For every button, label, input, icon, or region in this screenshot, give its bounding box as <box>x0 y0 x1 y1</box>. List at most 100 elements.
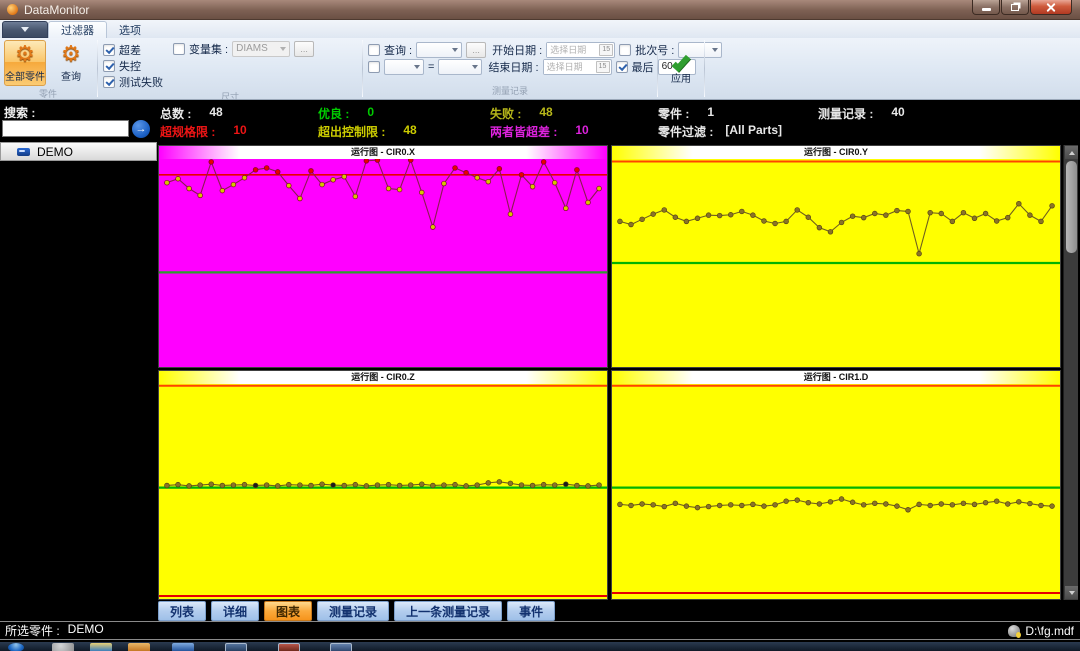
data-point[interactable] <box>353 482 358 487</box>
data-point[interactable] <box>419 190 424 195</box>
data-point[interactable] <box>519 483 524 488</box>
data-point[interactable] <box>331 483 336 488</box>
data-point[interactable] <box>575 167 580 172</box>
data-point[interactable] <box>795 208 800 213</box>
data-point[interactable] <box>762 504 767 509</box>
data-point[interactable] <box>651 212 656 217</box>
chart-cir1d[interactable]: 运行图 - CIR1.D <box>611 370 1061 600</box>
data-point[interactable] <box>961 210 966 215</box>
data-point[interactable] <box>629 503 634 508</box>
end-date-input[interactable]: 15 <box>543 59 612 75</box>
taskbar-icon[interactable] <box>172 643 194 651</box>
search-input[interactable] <box>2 120 129 137</box>
data-point[interactable] <box>176 482 181 487</box>
variable-set-more-button[interactable]: ... <box>294 41 314 57</box>
data-point[interactable] <box>728 212 733 217</box>
data-point[interactable] <box>586 200 591 205</box>
data-point[interactable] <box>773 221 778 226</box>
data-point[interactable] <box>618 502 623 507</box>
data-point[interactable] <box>286 183 291 188</box>
data-point[interactable] <box>475 175 480 180</box>
data-point[interactable] <box>552 180 557 185</box>
data-point[interactable] <box>408 159 413 162</box>
data-point[interactable] <box>883 213 888 218</box>
data-point[interactable] <box>286 482 291 487</box>
data-point[interactable] <box>629 222 634 227</box>
checkbox-out-of-control[interactable] <box>103 60 115 72</box>
checkbox-out-of-tolerance[interactable] <box>103 44 115 56</box>
data-point[interactable] <box>497 166 502 171</box>
data-point[interactable] <box>430 483 435 488</box>
data-point[interactable] <box>784 499 789 504</box>
checkbox-variable-set[interactable] <box>173 43 185 55</box>
chart-cir0z[interactable]: 运行图 - CIR0.Z <box>158 370 608 600</box>
checkbox-batch[interactable] <box>619 44 631 56</box>
data-point[interactable] <box>264 483 269 488</box>
data-point[interactable] <box>839 497 844 502</box>
data-point[interactable] <box>320 182 325 187</box>
data-point[interactable] <box>486 481 491 486</box>
data-point[interactable] <box>298 196 303 201</box>
query-more-button[interactable]: ... <box>466 42 486 58</box>
query-parts-button[interactable]: ⚙ 查询 <box>50 40 92 86</box>
data-point[interactable] <box>165 180 170 185</box>
search-go-button[interactable]: → <box>132 120 150 138</box>
data-point[interactable] <box>176 176 181 181</box>
data-point[interactable] <box>320 482 325 487</box>
data-point[interactable] <box>209 160 214 165</box>
data-point[interactable] <box>1028 213 1033 218</box>
data-point[interactable] <box>728 502 733 507</box>
data-point[interactable] <box>906 507 911 512</box>
calendar-icon[interactable]: 15 <box>596 61 610 73</box>
data-point[interactable] <box>519 172 524 177</box>
data-point[interactable] <box>264 166 269 171</box>
data-point[interactable] <box>575 483 580 488</box>
data-point[interactable] <box>430 225 435 230</box>
data-point[interactable] <box>662 504 667 509</box>
data-point[interactable] <box>397 187 402 192</box>
data-point[interactable] <box>242 482 247 487</box>
scroll-down-button[interactable] <box>1065 586 1078 599</box>
data-point[interactable] <box>309 168 314 173</box>
data-point[interactable] <box>375 159 380 162</box>
chart-cir0x[interactable]: 运行图 - CIR0.X <box>158 145 608 368</box>
apply-button[interactable]: 应用 <box>659 38 703 99</box>
data-point[interactable] <box>508 481 513 486</box>
data-point[interactable] <box>1016 499 1021 504</box>
data-point[interactable] <box>253 483 258 488</box>
data-point[interactable] <box>983 500 988 505</box>
data-point[interactable] <box>530 184 535 189</box>
data-point[interactable] <box>739 209 744 214</box>
data-point[interactable] <box>751 213 756 218</box>
data-point[interactable] <box>717 213 722 218</box>
data-point[interactable] <box>187 484 192 489</box>
data-point[interactable] <box>309 483 314 488</box>
data-point[interactable] <box>784 219 789 224</box>
data-point[interactable] <box>706 504 711 509</box>
data-point[interactable] <box>552 483 557 488</box>
data-point[interactable] <box>342 483 347 488</box>
part-list-item-demo[interactable]: DEMO <box>0 142 157 161</box>
data-point[interactable] <box>684 504 689 509</box>
tab-chart[interactable]: 图表 <box>264 601 312 621</box>
data-point[interactable] <box>983 211 988 216</box>
data-point[interactable] <box>220 483 225 488</box>
checkbox-last[interactable] <box>616 61 628 73</box>
data-point[interactable] <box>994 219 999 224</box>
data-point[interactable] <box>817 502 822 507</box>
data-point[interactable] <box>618 219 623 224</box>
data-point[interactable] <box>939 502 944 507</box>
data-point[interactable] <box>198 193 203 198</box>
data-point[interactable] <box>640 217 645 222</box>
all-parts-button[interactable]: ⚙ 全部零件 <box>4 40 46 86</box>
data-point[interactable] <box>928 503 933 508</box>
data-point[interactable] <box>872 211 877 216</box>
data-point[interactable] <box>640 502 645 507</box>
data-point[interactable] <box>541 160 546 165</box>
taskbar-icon[interactable] <box>90 643 112 651</box>
data-point[interactable] <box>541 482 546 487</box>
data-point[interactable] <box>706 213 711 218</box>
data-point[interactable] <box>375 483 380 488</box>
tab-measurements[interactable]: 测量记录 <box>317 601 389 621</box>
tab-list[interactable]: 列表 <box>158 601 206 621</box>
